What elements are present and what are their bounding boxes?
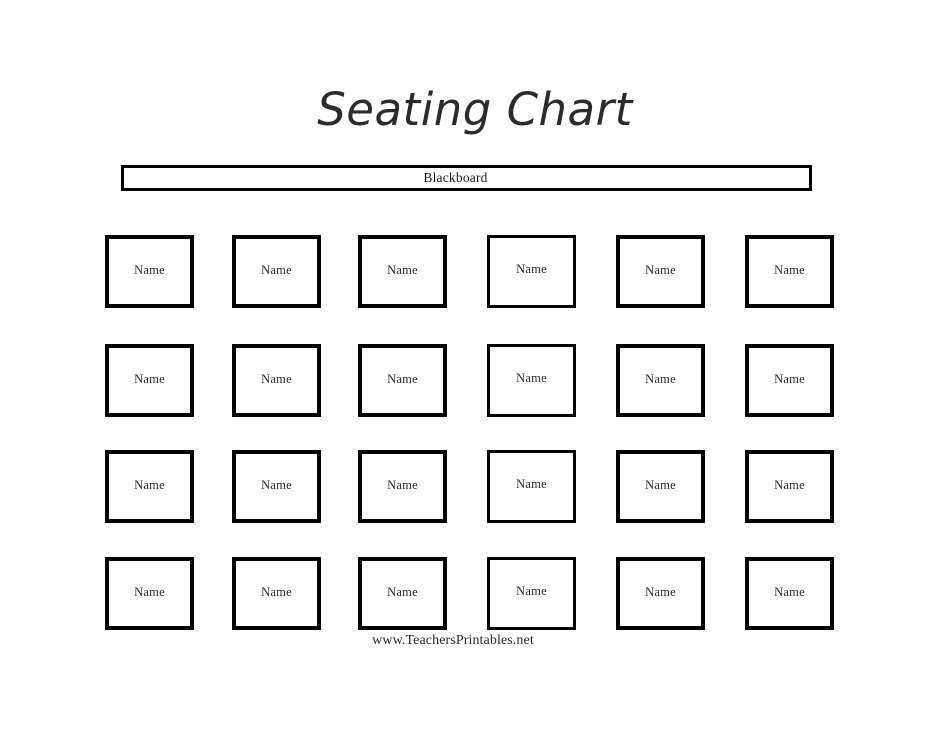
seat-box[interactable]: Name [616, 344, 705, 417]
seat-name-label: Name [516, 477, 547, 491]
seat-box[interactable]: Name [232, 235, 321, 308]
seat-name-label: Name [261, 585, 292, 599]
seat-box[interactable]: Name [358, 450, 447, 523]
blackboard-bar: Blackboard [121, 165, 812, 191]
seat-box[interactable]: Name [487, 557, 576, 630]
seat-box[interactable]: Name [232, 450, 321, 523]
seat-box[interactable]: Name [105, 344, 194, 417]
seat-box[interactable]: Name [745, 344, 834, 417]
footer-credit: www.TeachersPrintables.net [372, 633, 534, 648]
seat-name-label: Name [134, 372, 165, 386]
seat-name-label: Name [645, 372, 676, 386]
seat-name-label: Name [516, 371, 547, 385]
seat-name-label: Name [261, 478, 292, 492]
seat-name-label: Name [387, 585, 418, 599]
seat-box[interactable]: Name [358, 235, 447, 308]
seat-name-label: Name [261, 372, 292, 386]
seat-row: Name Name Name Name Name Name [105, 235, 835, 309]
seat-box[interactable]: Name [745, 450, 834, 523]
seat-name-label: Name [387, 372, 418, 386]
seat-name-label: Name [774, 263, 805, 277]
seat-name-label: Name [387, 263, 418, 277]
seat-box[interactable]: Name [487, 344, 576, 417]
seat-name-label: Name [516, 584, 547, 598]
seat-name-label: Name [645, 585, 676, 599]
seat-row: Name Name Name Name Name Name [105, 450, 835, 524]
seat-name-label: Name [774, 478, 805, 492]
seat-row: Name Name Name Name Name Name [105, 557, 835, 631]
seat-box[interactable]: Name [105, 235, 194, 308]
seat-box[interactable]: Name [616, 235, 705, 308]
seat-box[interactable]: Name [358, 344, 447, 417]
seat-name-label: Name [134, 478, 165, 492]
seat-name-label: Name [387, 478, 418, 492]
seat-name-label: Name [261, 263, 292, 277]
seat-name-label: Name [516, 262, 547, 276]
seat-box[interactable]: Name [232, 557, 321, 630]
seat-name-label: Name [645, 478, 676, 492]
seat-box[interactable]: Name [232, 344, 321, 417]
seat-box[interactable]: Name [616, 450, 705, 523]
seat-name-label: Name [645, 263, 676, 277]
blackboard-label: Blackboard [423, 170, 488, 185]
seating-chart-page: Seating Chart Blackboard Name Name Name … [0, 0, 950, 735]
seat-row: Name Name Name Name Name Name [105, 344, 835, 418]
seat-box[interactable]: Name [616, 557, 705, 630]
page-title: Seating Chart [317, 83, 633, 136]
seat-box[interactable]: Name [745, 557, 834, 630]
seat-name-label: Name [774, 585, 805, 599]
seat-box[interactable]: Name [745, 235, 834, 308]
seat-name-label: Name [134, 263, 165, 277]
seat-box[interactable]: Name [105, 557, 194, 630]
seat-name-label: Name [774, 372, 805, 386]
seat-box[interactable]: Name [105, 450, 194, 523]
seat-grid: Name Name Name Name Name Name Name Name … [105, 235, 835, 630]
seat-name-label: Name [134, 585, 165, 599]
seat-box[interactable]: Name [487, 450, 576, 523]
seat-box[interactable]: Name [358, 557, 447, 630]
seat-box[interactable]: Name [487, 235, 576, 308]
